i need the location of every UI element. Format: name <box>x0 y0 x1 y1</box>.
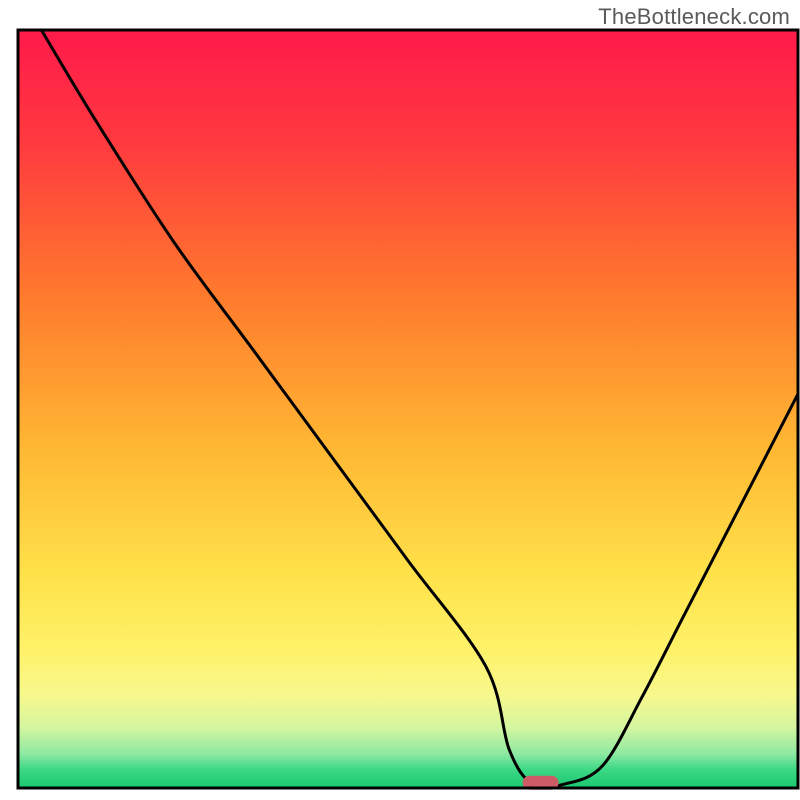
chart-svg <box>0 0 800 800</box>
bottleneck-chart: TheBottleneck.com <box>0 0 800 800</box>
plot-area <box>18 30 798 790</box>
gradient-background <box>18 30 798 788</box>
